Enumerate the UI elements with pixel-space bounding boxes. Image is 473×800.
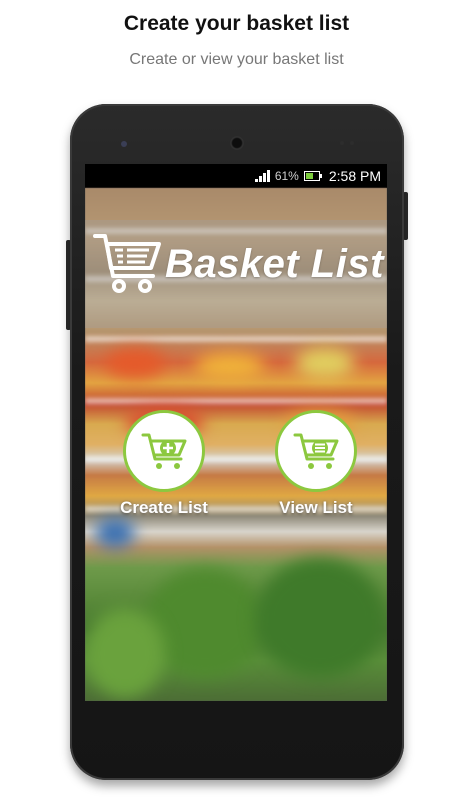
cart-add-icon (141, 433, 187, 469)
earpiece-icon (230, 136, 244, 150)
create-list-label: Create List (120, 498, 208, 517)
create-list-circle[interactable] (123, 410, 205, 492)
view-list-button[interactable]: View List (261, 410, 371, 518)
shopping-cart-checklist-icon (93, 234, 161, 293)
signal-icon (254, 170, 270, 182)
create-list-button[interactable]: Create List (109, 410, 219, 518)
cart-list-icon (293, 433, 339, 469)
front-camera-icon (121, 141, 127, 147)
view-list-label: View List (279, 498, 353, 517)
promo-subtitle: Create or view your basket list (129, 51, 344, 68)
view-list-circle[interactable] (275, 410, 357, 492)
status-bar: 61% 2:58 PM (85, 164, 387, 188)
battery-percent: 61% (274, 169, 299, 183)
battery-icon (303, 171, 322, 181)
promo-title: Create your basket list (123, 12, 350, 35)
light-sensor-icon (350, 141, 354, 145)
status-clock: 2:58 PM (328, 168, 381, 184)
proximity-sensor-icon (340, 141, 344, 145)
app-title: Basket List (165, 242, 384, 286)
promo-screenshot: Create your basket list Create or view y… (0, 0, 473, 800)
phone-screen: 61% 2:58 PM Basket List Create List View… (85, 164, 387, 701)
battery-level-fill (305, 173, 313, 179)
app-banner: Basket List (85, 220, 387, 328)
